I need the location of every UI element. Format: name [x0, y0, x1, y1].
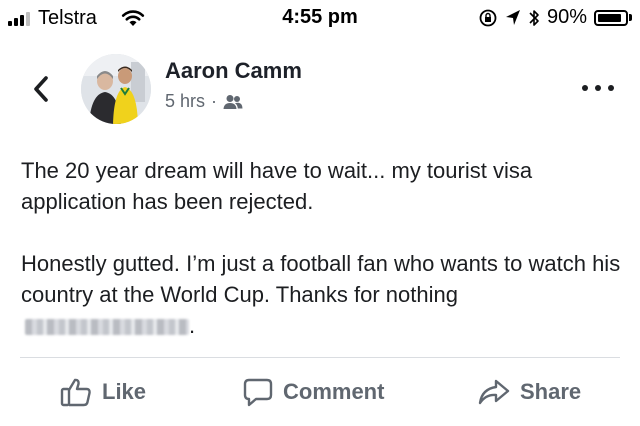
like-label: Like — [102, 379, 147, 404]
orientation-lock-icon — [479, 9, 497, 26]
share-button[interactable]: Share — [478, 372, 581, 412]
more-dot-icon — [595, 85, 601, 91]
post-time[interactable]: 5 hrs — [165, 91, 205, 112]
post-meta: 5 hrs · — [165, 91, 243, 112]
location-icon — [505, 9, 520, 25]
like-button[interactable]: Like — [60, 372, 146, 412]
comment-button[interactable]: Comment — [243, 372, 384, 412]
share-label: Share — [520, 379, 582, 404]
more-dot-icon — [608, 85, 614, 91]
comment-label: Comment — [283, 379, 385, 404]
share-icon — [478, 379, 510, 405]
thumbs-up-icon — [60, 378, 91, 407]
avatar[interactable] — [81, 54, 151, 124]
divider — [20, 357, 620, 358]
battery-icon — [594, 9, 632, 26]
comment-icon — [243, 378, 273, 407]
battery-level — [598, 13, 622, 22]
meta-separator: · — [211, 91, 218, 111]
author-name[interactable]: Aaron Camm — [165, 58, 302, 84]
status-bar: Telstra 4:55 pm 90% — [0, 0, 640, 36]
more-dot-icon — [582, 85, 588, 91]
redacted-text — [25, 319, 189, 335]
post-paragraph-text: Honestly gutted. I’m just a football fan… — [21, 251, 621, 307]
more-options-button[interactable] — [582, 78, 614, 98]
post-paragraph: The 20 year dream will have to wait... m… — [21, 158, 533, 214]
bluetooth-icon — [529, 9, 539, 26]
post-paragraph: Honestly gutted. I’m just a football fan… — [21, 248, 621, 341]
chevron-left-icon — [34, 76, 48, 102]
post-body: The 20 year dream will have to wait... m… — [21, 155, 621, 341]
profile-photo — [81, 54, 151, 124]
post-paragraph-end: . — [189, 313, 196, 338]
battery-percentage: 90% — [546, 6, 587, 28]
back-button[interactable] — [26, 70, 56, 108]
friends-icon[interactable] — [223, 94, 243, 110]
